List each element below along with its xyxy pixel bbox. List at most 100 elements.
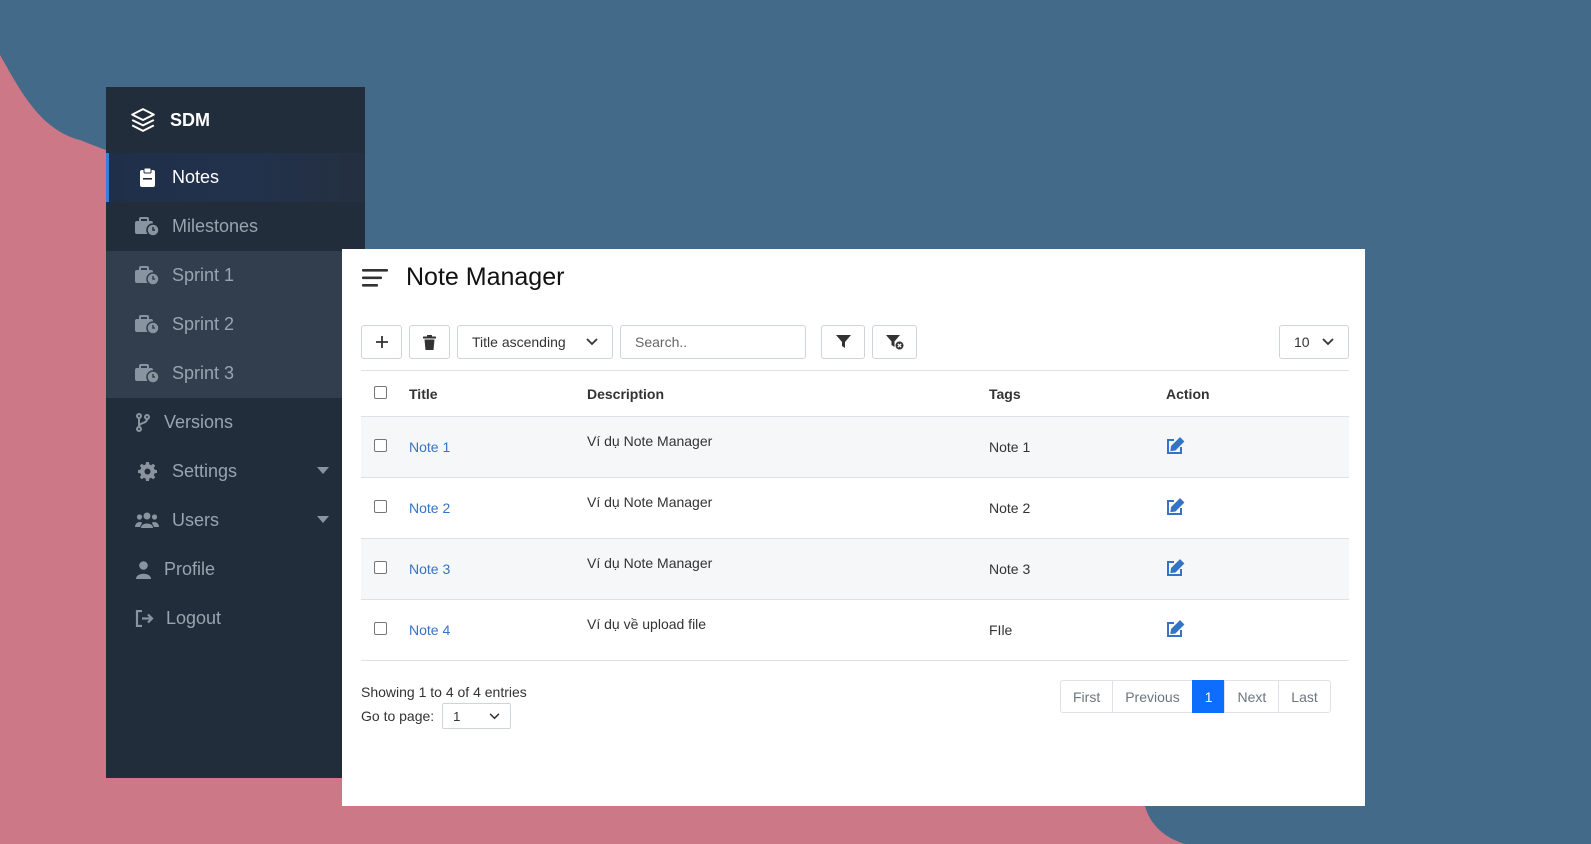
briefcase-clock-icon (134, 364, 160, 383)
entries-info: Showing 1 to 4 of 4 entries (361, 684, 527, 700)
toolbar: Title ascending 10 (361, 325, 1349, 359)
users-icon (134, 512, 160, 529)
brand-name: SDM (170, 109, 210, 130)
sidebar-item-sprint-1[interactable]: Sprint 1 (106, 251, 365, 300)
note-tags: Note 2 (989, 477, 1166, 539)
page-header: Note Manager (362, 263, 564, 292)
row-checkbox[interactable] (374, 500, 387, 513)
chevron-down-icon (1322, 338, 1334, 346)
plus-icon (375, 336, 388, 348)
filter-button[interactable] (821, 325, 865, 359)
note-tags: Note 3 (989, 538, 1166, 600)
user-icon (134, 560, 152, 579)
code-branch-icon (134, 413, 152, 432)
note-description: Ví dụ Note Manager (587, 416, 989, 478)
select-all-checkbox[interactable] (374, 385, 387, 399)
column-header-title[interactable]: Title (409, 370, 587, 417)
note-description: Ví dụ Note Manager (587, 538, 989, 600)
sidebar-item-label: Sprint 1 (172, 265, 235, 285)
sidebar-item-label: Sprint 2 (172, 314, 235, 334)
note-title-link[interactable]: Note 3 (409, 561, 450, 577)
table-row: Note 4 Ví dụ về upload file FIle (361, 599, 1349, 661)
sidebar-item-label: Milestones (172, 216, 259, 236)
column-header-description[interactable]: Description (587, 370, 989, 417)
sidebar-item-sprint-3[interactable]: Sprint 3 (106, 349, 365, 398)
edit-icon[interactable] (1166, 558, 1185, 577)
filter-icon (835, 335, 851, 348)
chevron-down-icon (586, 338, 598, 346)
page-size-select[interactable]: 10 (1279, 325, 1349, 359)
gear-icon (134, 462, 160, 481)
table-row: Note 1 Ví dụ Note Manager Note 1 (361, 416, 1349, 478)
sidebar-item-label: Logout (166, 608, 222, 628)
row-checkbox[interactable] (374, 439, 387, 452)
filter-clear-icon (885, 334, 903, 349)
sprint-submenu: Sprint 1 Sprint 2 Sprint 3 (106, 251, 365, 398)
table-header-row: Title Description Tags Action (361, 370, 1349, 417)
caret-down-icon (317, 467, 329, 474)
sidebar-item-versions[interactable]: Versions (106, 398, 365, 447)
briefcase-clock-icon (134, 266, 160, 285)
note-description: Ví dụ Note Manager (587, 477, 989, 539)
edit-icon[interactable] (1166, 619, 1185, 638)
pagination-previous[interactable]: Previous (1112, 680, 1193, 713)
caret-down-icon (317, 516, 329, 523)
goto-page: Go to page: 1 (361, 703, 527, 729)
search-input[interactable] (620, 325, 806, 359)
chevron-down-icon (489, 712, 500, 719)
sort-select[interactable]: Title ascending (457, 325, 613, 359)
sidebar-item-profile[interactable]: Profile (106, 545, 365, 594)
column-header-tags[interactable]: Tags (989, 370, 1166, 417)
pagination-next[interactable]: Next (1224, 680, 1280, 713)
clear-filter-button[interactable] (872, 325, 917, 359)
row-checkbox[interactable] (374, 561, 387, 574)
note-title-link[interactable]: Note 1 (409, 439, 450, 455)
table-footer-info: Showing 1 to 4 of 4 entries Go to page: … (361, 682, 527, 729)
add-button[interactable] (361, 325, 402, 359)
sign-out-icon (134, 610, 154, 627)
sidebar-item-label: Users (172, 510, 220, 530)
sidebar-item-milestones[interactable]: Milestones (106, 202, 365, 251)
layers-icon (131, 108, 155, 132)
sidebar-item-sprint-2[interactable]: Sprint 2 (106, 300, 365, 349)
notes-table: Title Description Tags Action Note 1 Ví … (361, 370, 1349, 661)
delete-button[interactable] (409, 325, 450, 359)
pagination-first[interactable]: First (1060, 680, 1114, 713)
note-title-link[interactable]: Note 4 (409, 622, 450, 638)
clipboard-icon (134, 168, 160, 187)
pagination-last[interactable]: Last (1278, 680, 1331, 713)
pagination-current-page[interactable]: 1 (1191, 680, 1226, 713)
note-tags: FIle (989, 599, 1166, 661)
briefcase-clock-icon (134, 315, 160, 334)
edit-icon[interactable] (1166, 436, 1185, 455)
sort-select-value: Title ascending (472, 334, 566, 350)
sidebar: SDM Notes Milestones Sprint 1 Sprint 2 S… (106, 87, 365, 778)
goto-page-select[interactable]: 1 (442, 703, 512, 729)
row-checkbox[interactable] (374, 622, 387, 635)
hamburger-menu-icon[interactable] (362, 268, 388, 288)
goto-page-value: 1 (453, 708, 461, 724)
briefcase-clock-icon (134, 217, 160, 236)
sidebar-item-settings[interactable]: Settings (106, 447, 365, 496)
edit-icon[interactable] (1166, 497, 1185, 516)
note-title-link[interactable]: Note 2 (409, 500, 450, 516)
column-header-action: Action (1166, 370, 1349, 417)
sidebar-item-label: Notes (172, 167, 220, 187)
sidebar-item-label: Profile (164, 559, 216, 579)
brand[interactable]: SDM (106, 87, 365, 153)
sidebar-item-label: Settings (172, 461, 238, 481)
page-size-value: 10 (1294, 334, 1310, 350)
pagination: First Previous 1 Next Last (1060, 680, 1331, 713)
sidebar-item-label: Versions (164, 412, 234, 432)
note-tags: Note 1 (989, 416, 1166, 478)
note-description: Ví dụ về upload file (587, 599, 989, 661)
sidebar-item-logout[interactable]: Logout (106, 594, 365, 643)
sidebar-item-users[interactable]: Users (106, 496, 365, 545)
sidebar-item-label: Sprint 3 (172, 363, 235, 383)
sidebar-item-notes[interactable]: Notes (106, 153, 365, 202)
page-title: Note Manager (406, 263, 565, 291)
trash-icon (423, 334, 436, 350)
goto-page-label: Go to page: (361, 707, 435, 724)
note-manager-panel: Note Manager Title ascending 10 Title (342, 249, 1365, 806)
table-row: Note 2 Ví dụ Note Manager Note 2 (361, 477, 1349, 539)
